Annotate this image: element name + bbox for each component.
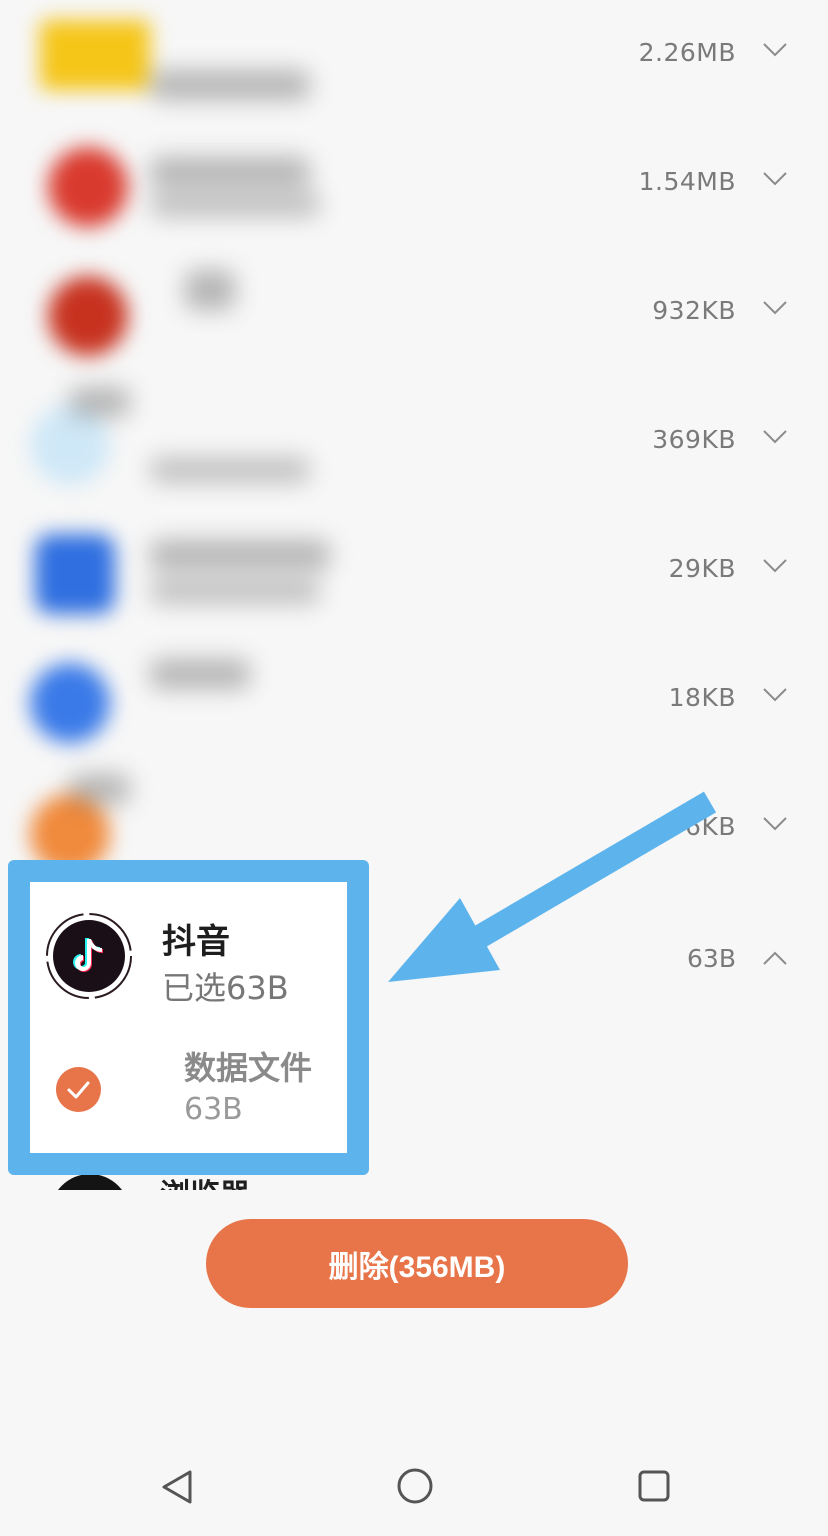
app-row[interactable]: 1.54MB <box>0 129 828 258</box>
app-name-blurred <box>70 774 130 804</box>
browser-app-icon <box>50 1174 130 1190</box>
app-name-blurred <box>150 540 330 570</box>
recent-square-icon[interactable] <box>636 1468 672 1504</box>
delete-button[interactable]: 删除(356MB) <box>206 1219 628 1308</box>
tiktok-app-name: 抖音 <box>162 922 230 962</box>
app-icon <box>48 276 128 356</box>
chevron-down-icon[interactable] <box>762 294 788 320</box>
app-name-blurred <box>185 270 235 310</box>
app-name-blurred <box>70 387 130 417</box>
app-row[interactable]: 369KB <box>0 387 828 516</box>
data-file-label: 数据文件 <box>184 1049 313 1087</box>
app-size: 369KB <box>652 425 736 454</box>
app-row[interactable]: 18KB <box>0 645 828 774</box>
app-icon <box>35 534 115 614</box>
chevron-down-icon[interactable] <box>762 165 788 191</box>
data-file-size: 63B <box>184 1092 243 1127</box>
data-file-checkbox[interactable] <box>56 1067 101 1112</box>
app-size: 2.26MB <box>638 38 736 67</box>
app-icon <box>30 663 110 743</box>
app-size: 932KB <box>652 296 736 325</box>
app-row[interactable]: 29KB <box>0 516 828 645</box>
app-sub-blurred <box>150 457 310 483</box>
app-size: 1.54MB <box>638 167 736 196</box>
app-size: 29KB <box>668 554 736 583</box>
chevron-up-icon[interactable] <box>762 945 788 971</box>
app-row[interactable]: 932KB <box>0 258 828 387</box>
back-triangle-icon[interactable] <box>158 1468 196 1506</box>
chevron-down-icon[interactable] <box>762 810 788 836</box>
tiktok-app-icon <box>46 913 132 999</box>
app-sub-blurred <box>150 191 320 217</box>
chevron-down-icon[interactable] <box>762 423 788 449</box>
chevron-down-icon[interactable] <box>762 36 788 62</box>
app-icon <box>48 147 128 227</box>
app-icon <box>30 405 110 485</box>
home-circle-icon[interactable] <box>396 1467 434 1505</box>
check-icon <box>67 1081 90 1099</box>
app-name-blurred <box>150 157 310 187</box>
app-size: 18KB <box>668 683 736 712</box>
app-sub-blurred <box>150 578 320 604</box>
system-nav-bar <box>0 1440 828 1536</box>
app-name-blurred <box>150 659 250 689</box>
app-row[interactable]: 2.26MB <box>0 0 828 129</box>
app-icon <box>40 20 150 90</box>
highlight-box <box>8 860 369 1175</box>
chevron-down-icon[interactable] <box>762 552 788 578</box>
app-cleanup-screen: 2.26MB 1.54MB 932KB 369KB 29KB 18KB 6KB … <box>0 0 828 1536</box>
annotation-arrow-icon <box>388 791 717 982</box>
chevron-down-icon[interactable] <box>762 681 788 707</box>
app-name-blurred <box>150 70 310 100</box>
tiktok-selected-size: 已选63B <box>162 969 289 1007</box>
